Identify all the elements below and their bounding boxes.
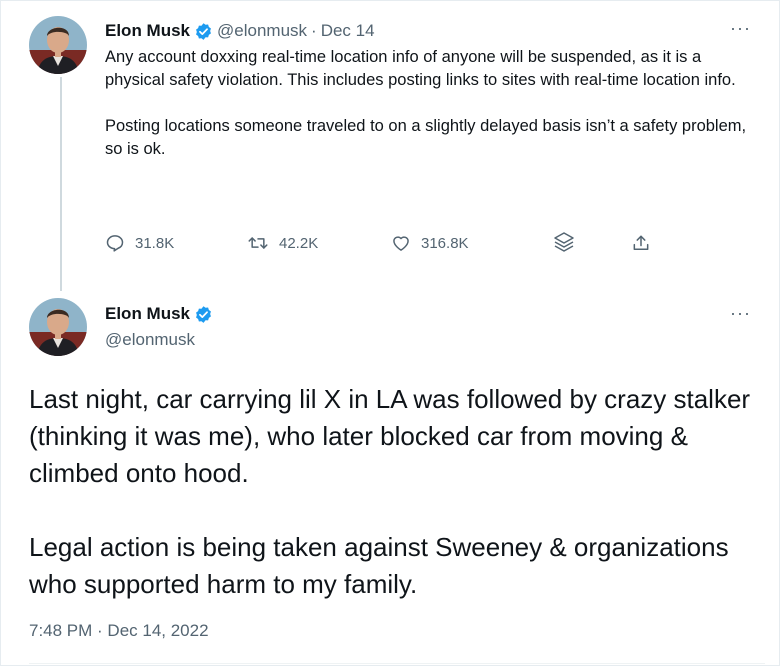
tweet-thread: Elon Musk @elonmusk · Dec 14 ··· Any acc…: [0, 0, 780, 666]
like-icon: [393, 236, 409, 251]
tweet-paragraph: Posting locations someone traveled to on…: [105, 117, 747, 158]
reply-button[interactable]: 31.8K: [105, 231, 174, 255]
thread-connector-line: [60, 77, 62, 291]
tweet-paragraph: Any account doxxing real-time location i…: [105, 48, 736, 89]
more-options-icon[interactable]: ···: [730, 19, 751, 37]
like-button[interactable]: 316.8K: [391, 231, 469, 255]
retweet-icon: [248, 237, 268, 249]
reply-icon: [106, 235, 124, 252]
tweet-paragraph: Last night, car carrying lil X in LA was…: [29, 384, 751, 488]
author-name[interactable]: Elon Musk: [105, 303, 190, 325]
separator-dot: ·: [311, 21, 317, 40]
avatar[interactable]: [29, 16, 87, 74]
author-handle[interactable]: @elonmusk: [105, 329, 195, 351]
main-tweet-text: Last night, car carrying lil X in LA was…: [29, 381, 769, 603]
verified-badge-icon: [194, 22, 213, 41]
reply-count: 31.8K: [135, 234, 175, 252]
more-options-icon[interactable]: ···: [730, 304, 751, 322]
verified-badge-icon: [194, 305, 213, 324]
avatar-image: [29, 16, 87, 74]
retweet-count: 42.2K: [279, 234, 319, 252]
avatar[interactable]: [29, 298, 87, 356]
tweet-paragraph: Legal action is being taken against Swee…: [29, 532, 729, 599]
main-tweet-author: Elon Musk: [105, 303, 213, 325]
like-count: 316.8K: [421, 234, 469, 252]
layers-icon: [554, 232, 574, 252]
share-button[interactable]: [631, 231, 651, 255]
tweet-date[interactable]: Dec 14: [321, 20, 375, 42]
tweet-timestamp[interactable]: 7:48 PM · Dec 14, 2022: [29, 620, 209, 642]
layers-button[interactable]: [551, 231, 577, 255]
avatar-image: [29, 298, 87, 356]
share-icon: [633, 235, 649, 250]
author-name[interactable]: Elon Musk: [105, 20, 190, 42]
divider: [29, 663, 765, 664]
parent-tweet-header: Elon Musk @elonmusk · Dec 14: [105, 20, 375, 42]
retweet-button[interactable]: 42.2K: [247, 231, 318, 255]
parent-tweet-text: Any account doxxing real-time location i…: [105, 46, 761, 161]
tweet-action-bar: 31.8K 42.2K 316.8K: [105, 231, 665, 255]
author-handle[interactable]: @elonmusk: [217, 20, 307, 42]
